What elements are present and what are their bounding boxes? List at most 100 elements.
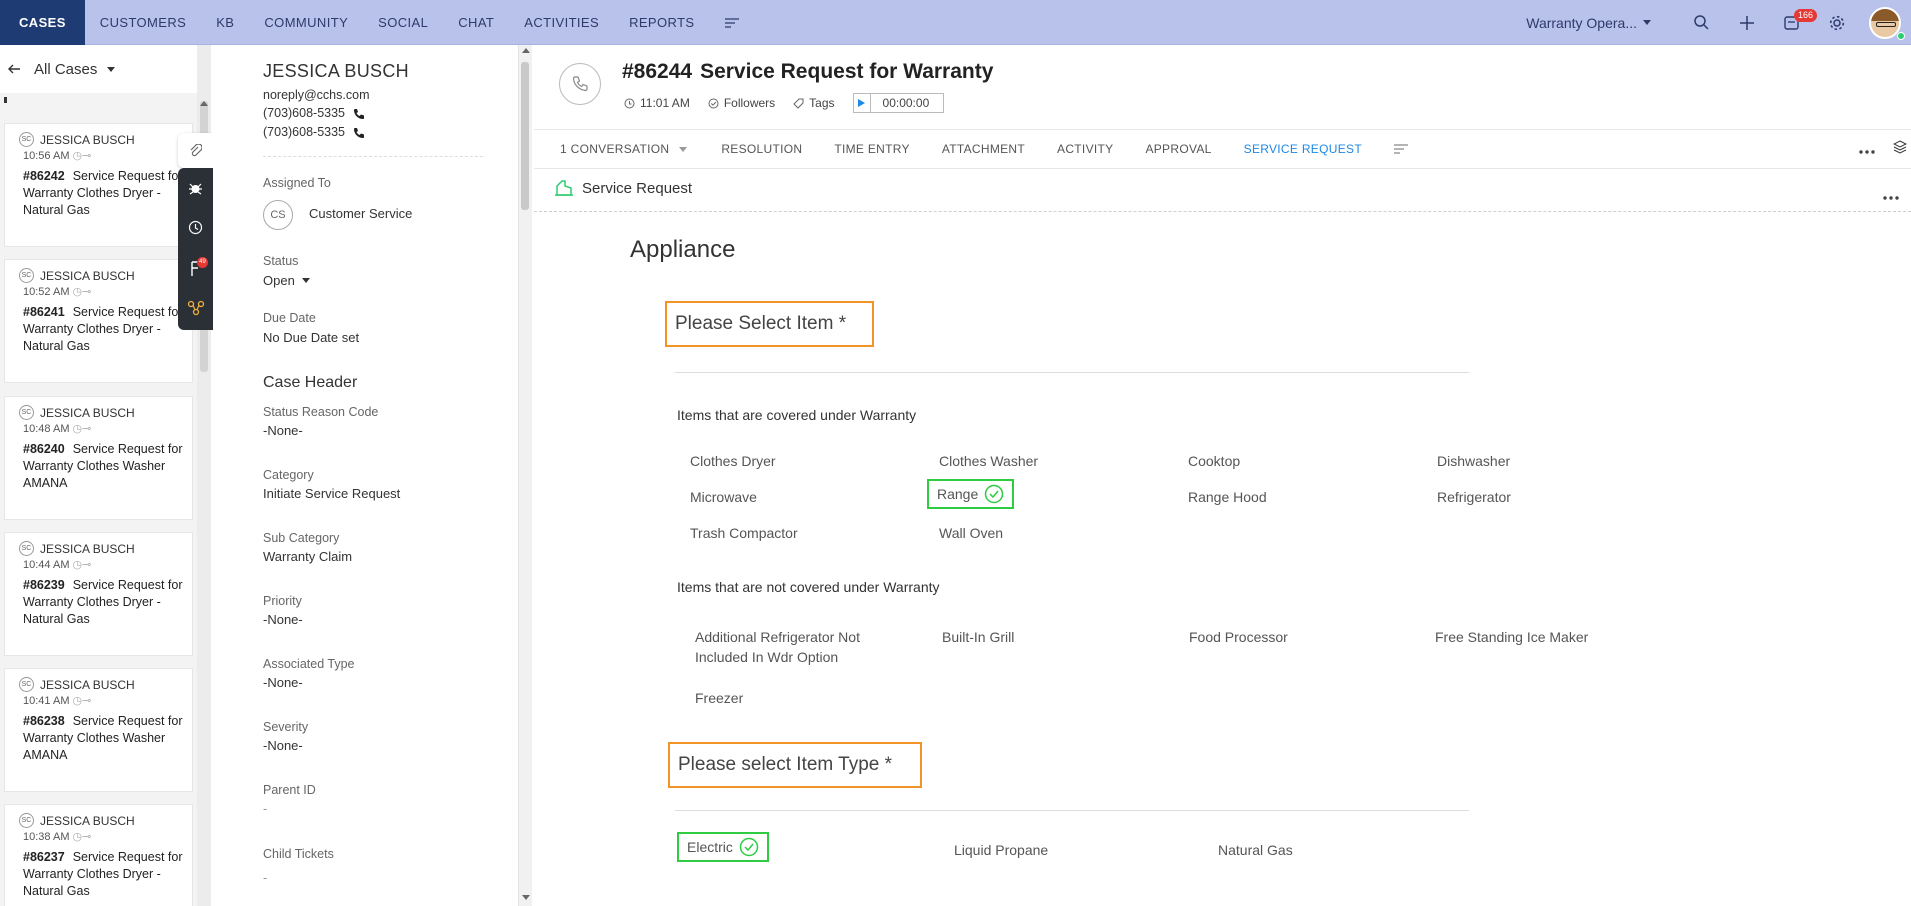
option-natural-gas[interactable]: Natural Gas <box>1218 840 1293 860</box>
assigned-to-value[interactable]: Customer Service <box>309 206 412 221</box>
ticket-detail: #86244 Service Request for Warranty 11:0… <box>534 45 1911 906</box>
case-card[interactable]: SC JESSICA BUSCH 10:52 AM ◷⊸ #86241 Servic… <box>4 259 193 383</box>
history-icon[interactable] <box>178 210 213 245</box>
view-selector[interactable]: All Cases <box>34 61 116 78</box>
gear-icon[interactable] <box>1814 0 1859 45</box>
scroll-marker <box>4 97 7 103</box>
contact-email[interactable]: noreply@cchs.com <box>263 88 369 102</box>
case-card[interactable]: SC JESSICA BUSCH 10:48 AM ◷⊸ #86240 Servic… <box>4 396 193 520</box>
scroll-down-icon[interactable] <box>522 895 530 900</box>
case-card[interactable]: SC JESSICA BUSCH 10:38 AM ◷⊸ #86237 Servic… <box>4 804 193 906</box>
sub-category-value[interactable]: Warranty Claim <box>263 549 352 564</box>
due-date-value[interactable]: No Due Date set <box>263 330 359 345</box>
channel-icon: SC <box>19 813 34 828</box>
more-menu-icon[interactable] <box>710 0 754 45</box>
category-value[interactable]: Initiate Service Request <box>263 486 400 501</box>
contact-phone[interactable]: (703)608-5335 <box>263 106 365 120</box>
department-selector[interactable]: Warranty Opera... <box>1526 15 1651 31</box>
back-arrow-icon[interactable] <box>8 64 20 74</box>
tab-conversation[interactable]: 1 CONVERSATION <box>560 142 689 156</box>
option-freezer[interactable]: Freezer <box>695 688 743 708</box>
nav-community[interactable]: COMMUNITY <box>249 0 363 45</box>
case-card[interactable]: SC JESSICA BUSCH 10:56 AM ◷⊸ #86242 Servic… <box>4 123 193 247</box>
parent-id-value[interactable]: - <box>263 801 267 816</box>
option-range-hood[interactable]: Range Hood <box>1188 487 1267 507</box>
nav-kb[interactable]: KB <box>201 0 249 45</box>
nav-chat[interactable]: CHAT <box>443 0 509 45</box>
notification-icon[interactable]: 166 <box>1769 0 1818 45</box>
option-wall-oven[interactable]: Wall Oven <box>939 523 1003 543</box>
option-trash-compactor[interactable]: Trash Compactor <box>690 523 798 543</box>
tab-activity[interactable]: ACTIVITY <box>1057 142 1113 156</box>
nav-reports[interactable]: REPORTS <box>614 0 709 45</box>
contact-name[interactable]: JESSICA BUSCH <box>263 61 409 82</box>
tab-service-request[interactable]: SERVICE REQUEST <box>1244 142 1362 156</box>
option-free-standing-ice-maker[interactable]: Free Standing Ice Maker <box>1435 627 1588 647</box>
priority-value[interactable]: -None- <box>263 612 303 627</box>
tab-attachment[interactable]: ATTACHMENT <box>942 142 1025 156</box>
case-card[interactable]: SC JESSICA BUSCH 10:41 AM ◷⊸ #86238 Servic… <box>4 668 193 792</box>
nav-social[interactable]: SOCIAL <box>363 0 443 45</box>
category-label: Category <box>263 468 314 482</box>
associated-type-value[interactable]: -None- <box>263 675 303 690</box>
tabs-more-menu-icon[interactable] <box>1393 144 1408 154</box>
option-clothes-washer[interactable]: Clothes Washer <box>939 451 1038 471</box>
severity-value[interactable]: -None- <box>263 738 303 753</box>
phone-channel-icon <box>559 63 601 105</box>
divider <box>675 372 1469 373</box>
option-electric-selected[interactable]: Electric <box>677 832 769 862</box>
option-microwave[interactable]: Microwave <box>690 487 757 507</box>
scroll-up-icon[interactable] <box>200 101 208 106</box>
attachment-tool[interactable] <box>178 133 213 168</box>
option-range-selected[interactable]: Range <box>927 479 1015 509</box>
search-icon[interactable] <box>1679 0 1724 45</box>
phone-icon[interactable] <box>353 127 365 138</box>
plus-icon[interactable] <box>1724 0 1769 45</box>
phone-icon[interactable] <box>353 108 365 119</box>
followers-button[interactable]: Followers <box>708 96 775 110</box>
parent-id-label: Parent ID <box>263 783 316 797</box>
case-card[interactable]: SC JESSICA BUSCH 10:44 AM ◷⊸ #86239 Servic… <box>4 532 193 656</box>
option-additional-refrigerator[interactable]: Additional Refrigerator Not Included In … <box>695 627 895 667</box>
option-dishwasher[interactable]: Dishwasher <box>1437 451 1510 471</box>
nav-activities[interactable]: ACTIVITIES <box>509 0 614 45</box>
ticket-title: #86244 Service Request for Warranty <box>622 60 993 84</box>
scroll-thumb[interactable] <box>521 62 529 210</box>
flag-count-badge: 49 <box>197 257 208 268</box>
option-built-in-grill[interactable]: Built-In Grill <box>942 627 1014 647</box>
option-refrigerator[interactable]: Refrigerator <box>1437 487 1511 507</box>
flag-icon[interactable]: 49 <box>178 251 213 286</box>
child-tickets-value[interactable]: - <box>263 870 267 885</box>
caret-down-icon <box>301 278 310 283</box>
status-dropdown[interactable]: Open <box>263 273 310 288</box>
play-icon[interactable] <box>854 94 871 112</box>
status-icon: ◷⊸ <box>72 150 92 162</box>
option-liquid-propane[interactable]: Liquid Propane <box>954 840 1048 860</box>
ticket-subject[interactable]: Service Request for Warranty <box>700 60 993 84</box>
tab-time-entry[interactable]: TIME ENTRY <box>834 142 909 156</box>
bug-icon[interactable] <box>178 171 213 206</box>
contact-email-text: noreply@cchs.com <box>263 88 370 102</box>
contact-name: JESSICA BUSCH <box>40 405 135 420</box>
status-reason-value[interactable]: -None- <box>263 423 303 438</box>
nav-cases[interactable]: CASES <box>0 0 85 45</box>
case-time: 10:56 AM <box>23 150 70 162</box>
contact-phone-2[interactable]: (703)608-5335 <box>263 125 365 139</box>
tab-resolution[interactable]: RESOLUTION <box>721 142 802 156</box>
tab-approval[interactable]: APPROVAL <box>1145 142 1211 156</box>
section-more-icon[interactable] <box>1883 187 1899 205</box>
layers-icon[interactable] <box>1892 140 1908 159</box>
tags-button[interactable]: Tags <box>793 96 835 110</box>
option-cooktop[interactable]: Cooktop <box>1188 451 1240 471</box>
more-options-icon[interactable] <box>1859 141 1875 159</box>
clock-icon <box>624 98 635 108</box>
blueprint-icon[interactable] <box>178 290 213 325</box>
case-id: #86242 <box>23 169 65 183</box>
check-circle-icon <box>985 484 1004 504</box>
nav-customers[interactable]: CUSTOMERS <box>85 0 201 45</box>
user-avatar[interactable] <box>1869 6 1901 39</box>
option-food-processor[interactable]: Food Processor <box>1189 627 1288 647</box>
option-clothes-dryer[interactable]: Clothes Dryer <box>690 451 776 471</box>
scroll-up-icon[interactable] <box>522 48 530 53</box>
section-title: Service Request <box>582 179 693 197</box>
